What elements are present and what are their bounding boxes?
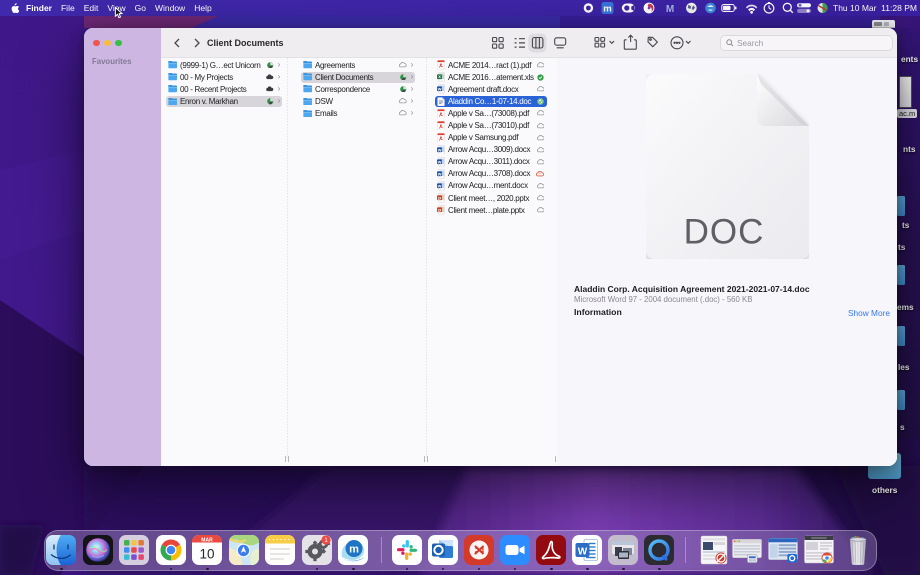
svg-text:w: w bbox=[437, 160, 442, 165]
svg-text:MAR: MAR bbox=[201, 537, 213, 543]
svg-text:w: w bbox=[437, 184, 442, 189]
svg-text:w: w bbox=[437, 148, 442, 153]
svg-text:DOC: DOC bbox=[684, 213, 765, 252]
svg-text:p: p bbox=[438, 209, 441, 214]
svg-text:1: 1 bbox=[324, 537, 328, 544]
svg-text:m: m bbox=[349, 544, 359, 556]
svg-text:w: w bbox=[437, 172, 442, 177]
svg-text:p: p bbox=[438, 197, 441, 202]
svg-text:M: M bbox=[666, 4, 674, 15]
svg-text:W: W bbox=[578, 547, 588, 558]
svg-text:m: m bbox=[603, 4, 611, 15]
svg-text:w: w bbox=[437, 88, 442, 93]
svg-text:10: 10 bbox=[199, 547, 214, 562]
